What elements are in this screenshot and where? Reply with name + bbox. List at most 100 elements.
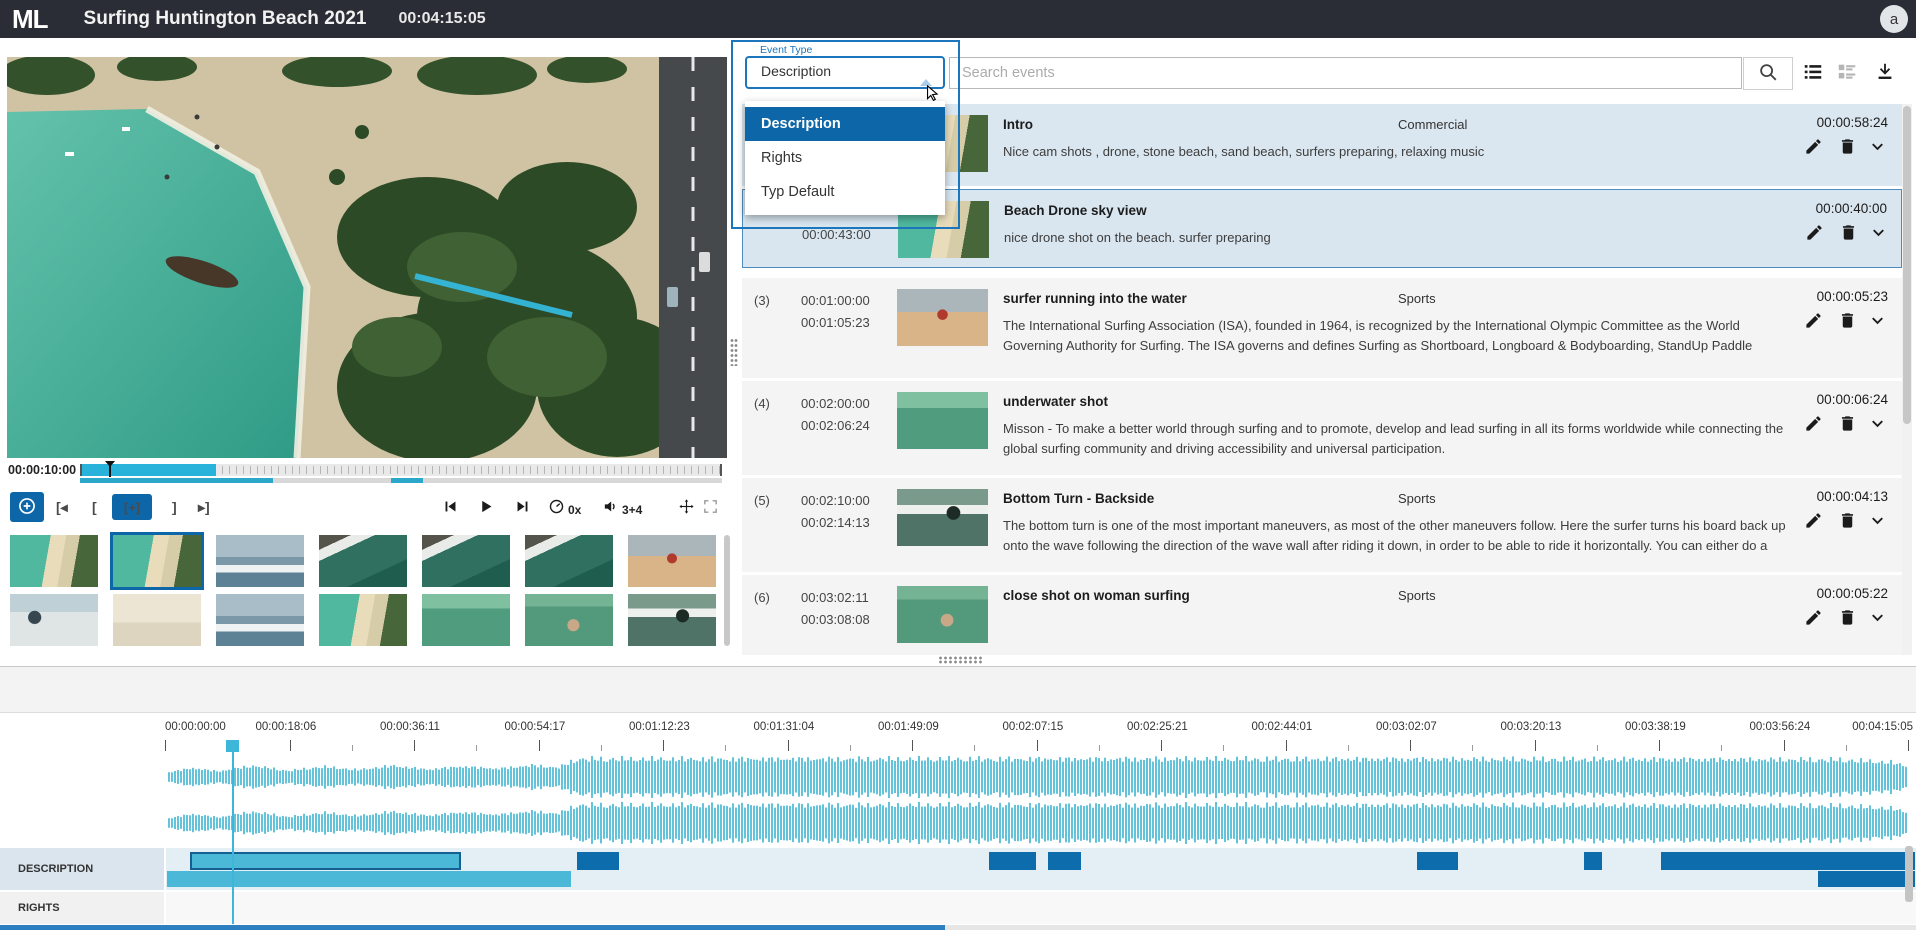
ruler-tick (539, 740, 540, 751)
skipback-icon (442, 498, 459, 520)
ruler-mid-tick (1348, 745, 1349, 751)
ruler-mid-tick (974, 745, 975, 751)
thumbnail-ocean-wave[interactable] (216, 594, 304, 646)
set-out-button[interactable]: ] (172, 497, 177, 517)
event-row[interactable]: (6)00:03:02:1100:03:08:08close shot on w… (742, 575, 1902, 655)
add-event-button[interactable] (10, 492, 44, 522)
event-row[interactable]: (5)00:02:10:0000:02:14:13Bottom Turn - B… (742, 478, 1902, 572)
edit-event-button[interactable] (1804, 511, 1824, 531)
scrubber-playhead[interactable] (109, 461, 111, 477)
goto-out-button[interactable]: ▸] (198, 497, 210, 517)
event-type-option[interactable]: Typ Default (745, 175, 945, 209)
audio-waveform[interactable] (0, 753, 1916, 848)
event-category: Sports (1398, 491, 1436, 506)
edit-event-button[interactable] (1804, 608, 1824, 628)
edit-event-button[interactable] (1805, 223, 1825, 243)
fullscreen-button[interactable] (700, 499, 720, 519)
list-view-button[interactable] (1800, 62, 1826, 86)
delete-event-button[interactable] (1839, 223, 1859, 243)
event-row[interactable]: (3)00:01:00:0000:01:05:23surfer running … (742, 278, 1902, 378)
timeline-event-segment[interactable] (190, 852, 461, 870)
expand-event-button[interactable] (1868, 311, 1888, 331)
volume-icon (602, 498, 619, 520)
pan-button[interactable] (676, 499, 696, 519)
track-rights-area[interactable] (166, 892, 1916, 924)
expand-event-button[interactable] (1868, 414, 1888, 434)
thumbnail-pale-wave[interactable] (113, 594, 201, 646)
event-duration: 00:00:40:00 (1816, 201, 1887, 216)
skip-to-end-button[interactable] (512, 499, 532, 519)
delete-event-button[interactable] (1838, 137, 1858, 157)
timeline-event-segment[interactable] (167, 871, 571, 887)
delete-event-button[interactable] (1838, 311, 1858, 331)
expand-event-button[interactable] (1869, 223, 1889, 243)
edit-event-button[interactable] (1804, 137, 1824, 157)
event-index: (3) (754, 293, 770, 308)
search-input[interactable] (949, 57, 1742, 89)
delete-event-button[interactable] (1838, 608, 1858, 628)
edit-event-button[interactable] (1804, 414, 1824, 434)
thumbnail-reef-wave[interactable] (319, 535, 407, 587)
video-preview[interactable] (7, 57, 727, 458)
expand-event-button[interactable] (1868, 137, 1888, 157)
thumbnail-underwater-surfer[interactable] (525, 594, 613, 646)
thumbnail-beach-aerial[interactable] (10, 535, 98, 587)
timeline-playhead-handle[interactable] (226, 740, 239, 752)
event-type-option[interactable]: Description (745, 107, 945, 141)
thumbnail-surfer-dark-wave[interactable] (628, 594, 716, 646)
thumbnail-beach-aerial-selected[interactable] (113, 535, 201, 587)
horizontal-splitter-handle[interactable] (938, 656, 982, 664)
delete-event-button[interactable] (1838, 511, 1858, 531)
thumbnail-surfer-running-beach[interactable] (628, 535, 716, 587)
goto-in-button[interactable]: [◂ (56, 497, 68, 517)
card-view-button[interactable] (1834, 62, 1860, 86)
event-type-option[interactable]: Rights (745, 141, 945, 175)
ruler-tick (290, 740, 291, 751)
timeline-ruler[interactable]: 00:00:00:0000:00:18:0600:00:36:1100:00:5… (0, 713, 1916, 753)
player-scrubber[interactable] (80, 464, 722, 476)
event-row[interactable]: (4)00:02:00:0000:02:06:24underwater shot… (742, 381, 1902, 475)
set-in-button[interactable]: [ (92, 497, 97, 517)
timeline-vertical-scrollbar[interactable] (1905, 846, 1913, 902)
playback-speed-button[interactable] (546, 499, 566, 519)
thumbnail-scrollbar[interactable] (724, 535, 730, 646)
timeline-event-segment[interactable] (1048, 852, 1081, 870)
timeline-horizontal-scrollbar-thumb[interactable] (0, 925, 945, 930)
ruler-tick (1161, 740, 1162, 751)
thumbnail-beach-aerial[interactable] (319, 594, 407, 646)
vertical-splitter-handle[interactable] (730, 338, 738, 366)
play-button[interactable] (476, 499, 496, 519)
mouse-cursor (924, 82, 941, 104)
timeline-event-segment[interactable] (1818, 871, 1915, 887)
asset-duration-timecode: 00:04:15:05 (398, 10, 485, 28)
download-button[interactable] (1872, 62, 1898, 86)
delete-event-button[interactable] (1838, 414, 1858, 434)
event-list-scrollbar-thumb[interactable] (1903, 106, 1911, 424)
ruler-tick (1410, 740, 1411, 751)
expand-event-button[interactable] (1868, 511, 1888, 531)
event-start-timecode: 00:03:02:11 (801, 590, 869, 605)
app-logo[interactable]: ML (12, 4, 48, 35)
ruler-tick (414, 740, 415, 751)
search-button[interactable] (1743, 57, 1793, 90)
expand-event-button[interactable] (1868, 608, 1888, 628)
timeline-event-segment[interactable] (577, 852, 619, 870)
timeline-event-segment[interactable] (989, 852, 1036, 870)
thumbnail-underwater-green[interactable] (422, 594, 510, 646)
timeline-horizontal-scrollbar-track[interactable] (0, 925, 1916, 930)
thumbnail-reef-wave[interactable] (525, 535, 613, 587)
download-icon (1874, 61, 1896, 88)
timeline-event-segment[interactable] (1417, 852, 1457, 870)
track-description-area[interactable] (166, 848, 1916, 890)
add-event-range-button[interactable]: [+] (112, 494, 152, 520)
timeline-event-segment[interactable] (1584, 852, 1602, 870)
ruler-timecode: 00:02:25:21 (1127, 721, 1188, 733)
audio-channels-button[interactable] (600, 499, 620, 519)
timeline-event-segment[interactable] (1661, 852, 1916, 870)
thumbnail-reef-wave[interactable] (422, 535, 510, 587)
thumbnail-surfer-whitewater[interactable] (10, 594, 98, 646)
skip-to-start-button[interactable] (440, 499, 460, 519)
edit-event-button[interactable] (1804, 311, 1824, 331)
thumbnail-ocean-wave[interactable] (216, 535, 304, 587)
user-avatar[interactable]: a (1880, 5, 1908, 33)
